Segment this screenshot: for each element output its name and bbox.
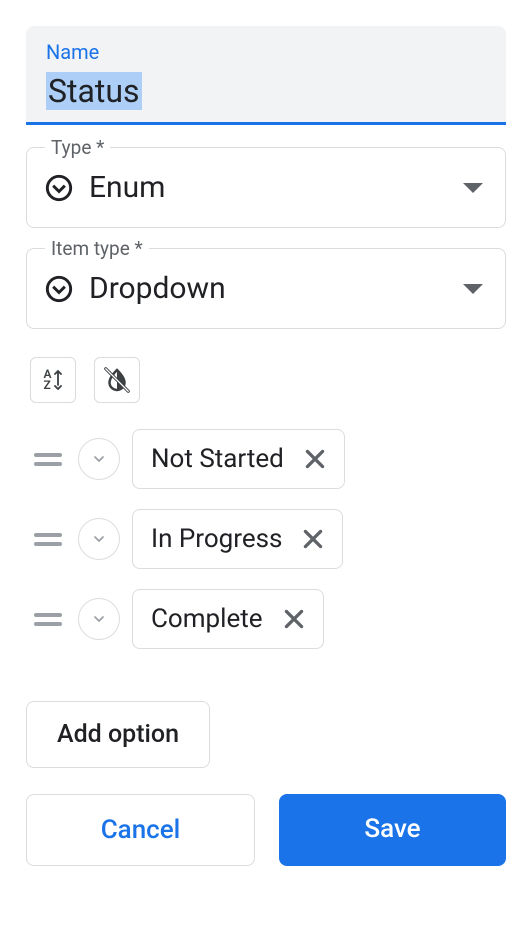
drag-handle-icon[interactable] <box>30 529 66 550</box>
option-chip[interactable]: In Progress <box>132 509 343 569</box>
name-input-value[interactable]: Status <box>46 72 142 110</box>
type-value: Enum <box>89 170 165 205</box>
remove-option-button[interactable] <box>300 526 326 552</box>
item-type-select[interactable]: Item type * Dropdown <box>26 248 506 329</box>
enum-option-row: Not Started <box>30 429 502 489</box>
remove-option-button[interactable] <box>281 606 307 632</box>
remove-option-button[interactable] <box>302 446 328 472</box>
item-type-value: Dropdown <box>89 271 226 306</box>
item-type-label: Item type * <box>45 237 149 260</box>
enum-option-row: In Progress <box>30 509 502 569</box>
cancel-button[interactable]: Cancel <box>26 794 255 866</box>
chevron-down-icon <box>91 531 107 547</box>
option-label: Complete <box>151 604 263 634</box>
close-icon <box>300 526 326 552</box>
enum-option-row: Complete <box>30 589 502 649</box>
add-option-button[interactable]: Add option <box>26 701 210 768</box>
sort-az-icon: AZ <box>43 369 62 391</box>
chevron-down-icon <box>463 284 483 294</box>
expand-option-button[interactable] <box>78 518 120 560</box>
name-label: Name <box>46 40 486 64</box>
option-chip[interactable]: Not Started <box>132 429 345 489</box>
enum-type-icon <box>45 174 73 202</box>
expand-option-button[interactable] <box>78 438 120 480</box>
expand-option-button[interactable] <box>78 598 120 640</box>
option-chip[interactable]: Complete <box>132 589 324 649</box>
option-label: In Progress <box>151 524 282 554</box>
chevron-down-icon <box>91 611 107 627</box>
dropdown-type-icon <box>45 275 73 303</box>
drag-handle-icon[interactable] <box>30 609 66 630</box>
chevron-down-icon <box>91 451 107 467</box>
sort-az-button[interactable]: AZ <box>30 357 76 403</box>
close-icon <box>281 606 307 632</box>
invert-colors-off-icon <box>102 365 132 395</box>
save-button[interactable]: Save <box>279 794 506 866</box>
option-label: Not Started <box>151 444 284 474</box>
type-select[interactable]: Type * Enum <box>26 147 506 228</box>
name-field[interactable]: Name Status <box>26 26 506 125</box>
color-off-button[interactable] <box>94 357 140 403</box>
chevron-down-icon <box>463 183 483 193</box>
close-icon <box>302 446 328 472</box>
type-label: Type * <box>45 136 110 159</box>
drag-handle-icon[interactable] <box>30 449 66 470</box>
